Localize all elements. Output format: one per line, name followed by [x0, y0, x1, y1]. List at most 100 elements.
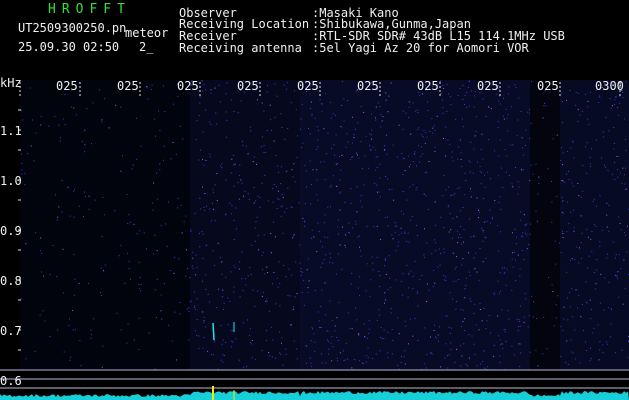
noise-speck — [464, 297, 466, 299]
noise-speck — [599, 96, 601, 98]
noise-speck — [566, 201, 568, 203]
noise-speck — [555, 317, 557, 319]
noise-speck — [562, 152, 564, 154]
noise-speck — [522, 232, 524, 234]
noise-speck — [491, 217, 493, 219]
noise-speck — [618, 254, 620, 256]
noise-speck — [426, 283, 428, 285]
noise-speck — [571, 258, 573, 260]
noise-speck — [582, 190, 584, 192]
noise-speck — [70, 356, 72, 358]
noise-speck — [445, 155, 447, 157]
noise-speck — [446, 83, 448, 85]
noise-speck — [451, 156, 453, 158]
noise-speck — [564, 181, 566, 183]
noise-speck — [376, 319, 378, 321]
noise-speck — [488, 106, 490, 108]
noise-speck — [376, 166, 378, 168]
noise-speck — [576, 246, 578, 248]
noise-speck — [41, 252, 43, 254]
noise-speck — [404, 231, 406, 233]
noise-speck — [163, 283, 165, 285]
noise-speck — [189, 301, 191, 303]
noise-speck — [43, 275, 45, 277]
noise-speck — [356, 152, 358, 154]
noise-speck — [233, 286, 235, 288]
noise-speck — [567, 319, 569, 321]
noise-speck — [458, 279, 460, 280]
noise-speck — [445, 189, 447, 191]
noise-speck — [254, 305, 256, 307]
noise-speck — [575, 104, 577, 106]
noise-speck — [370, 149, 372, 151]
noise-speck — [554, 240, 556, 242]
noise-speck — [384, 145, 386, 147]
noise-speck — [592, 332, 594, 334]
noise-speck — [146, 86, 148, 87]
noise-speck — [308, 128, 309, 129]
noise-speck — [272, 201, 274, 203]
noise-speck — [460, 309, 462, 311]
noise-speck — [59, 140, 61, 142]
noise-speck — [120, 244, 122, 246]
noise-speck — [280, 206, 282, 208]
noise-speck — [266, 298, 268, 300]
noise-speck — [151, 202, 153, 204]
noise-speck — [118, 255, 120, 257]
noise-speck — [345, 146, 347, 148]
noise-speck — [282, 197, 284, 199]
noise-speck — [433, 125, 435, 127]
noise-speck — [473, 148, 475, 150]
noise-band — [300, 80, 530, 370]
noise-speck — [499, 344, 501, 346]
noise-speck — [320, 240, 321, 242]
noise-speck — [566, 271, 568, 273]
noise-speck — [273, 221, 274, 223]
noise-speck — [520, 111, 522, 112]
noise-speck — [328, 348, 330, 350]
noise-speck — [385, 299, 387, 301]
noise-speck — [587, 106, 589, 108]
noise-speck — [443, 227, 445, 228]
noise-speck — [213, 191, 214, 193]
noise-speck — [272, 187, 274, 189]
noise-speck — [614, 103, 616, 105]
noise-speck — [317, 222, 319, 224]
noise-speck — [462, 258, 464, 260]
noise-speck — [392, 238, 394, 240]
noise-speck — [73, 254, 75, 256]
noise-speck — [49, 336, 51, 338]
noise-speck — [425, 367, 427, 369]
noise-speck — [384, 292, 386, 294]
noise-speck — [561, 180, 563, 181]
noise-speck — [294, 90, 295, 92]
noise-speck — [240, 100, 242, 102]
noise-speck — [449, 292, 451, 294]
noise-speck — [345, 246, 346, 248]
noise-speck — [100, 267, 102, 269]
noise-speck — [331, 320, 333, 322]
y-tick-label: 0.6 — [0, 374, 22, 388]
noise-speck — [516, 318, 518, 320]
noise-speck — [581, 304, 583, 305]
noise-speck — [402, 213, 404, 215]
noise-speck — [388, 255, 390, 257]
noise-speck — [422, 136, 424, 138]
noise-speck — [457, 230, 459, 232]
noise-speck — [426, 301, 428, 302]
noise-speck — [563, 212, 565, 214]
noise-speck — [434, 201, 436, 203]
noise-speck — [233, 265, 235, 267]
noise-speck — [177, 207, 179, 209]
noise-speck — [510, 144, 512, 146]
noise-speck — [603, 309, 605, 311]
noise-speck — [567, 150, 569, 152]
noise-speck — [272, 339, 274, 341]
noise-speck — [242, 141, 243, 142]
noise-speck — [155, 317, 157, 318]
noise-speck — [504, 329, 506, 331]
noise-speck — [61, 211, 63, 213]
noise-speck — [212, 188, 214, 190]
noise-speck — [188, 307, 190, 309]
noise-speck — [486, 366, 488, 368]
